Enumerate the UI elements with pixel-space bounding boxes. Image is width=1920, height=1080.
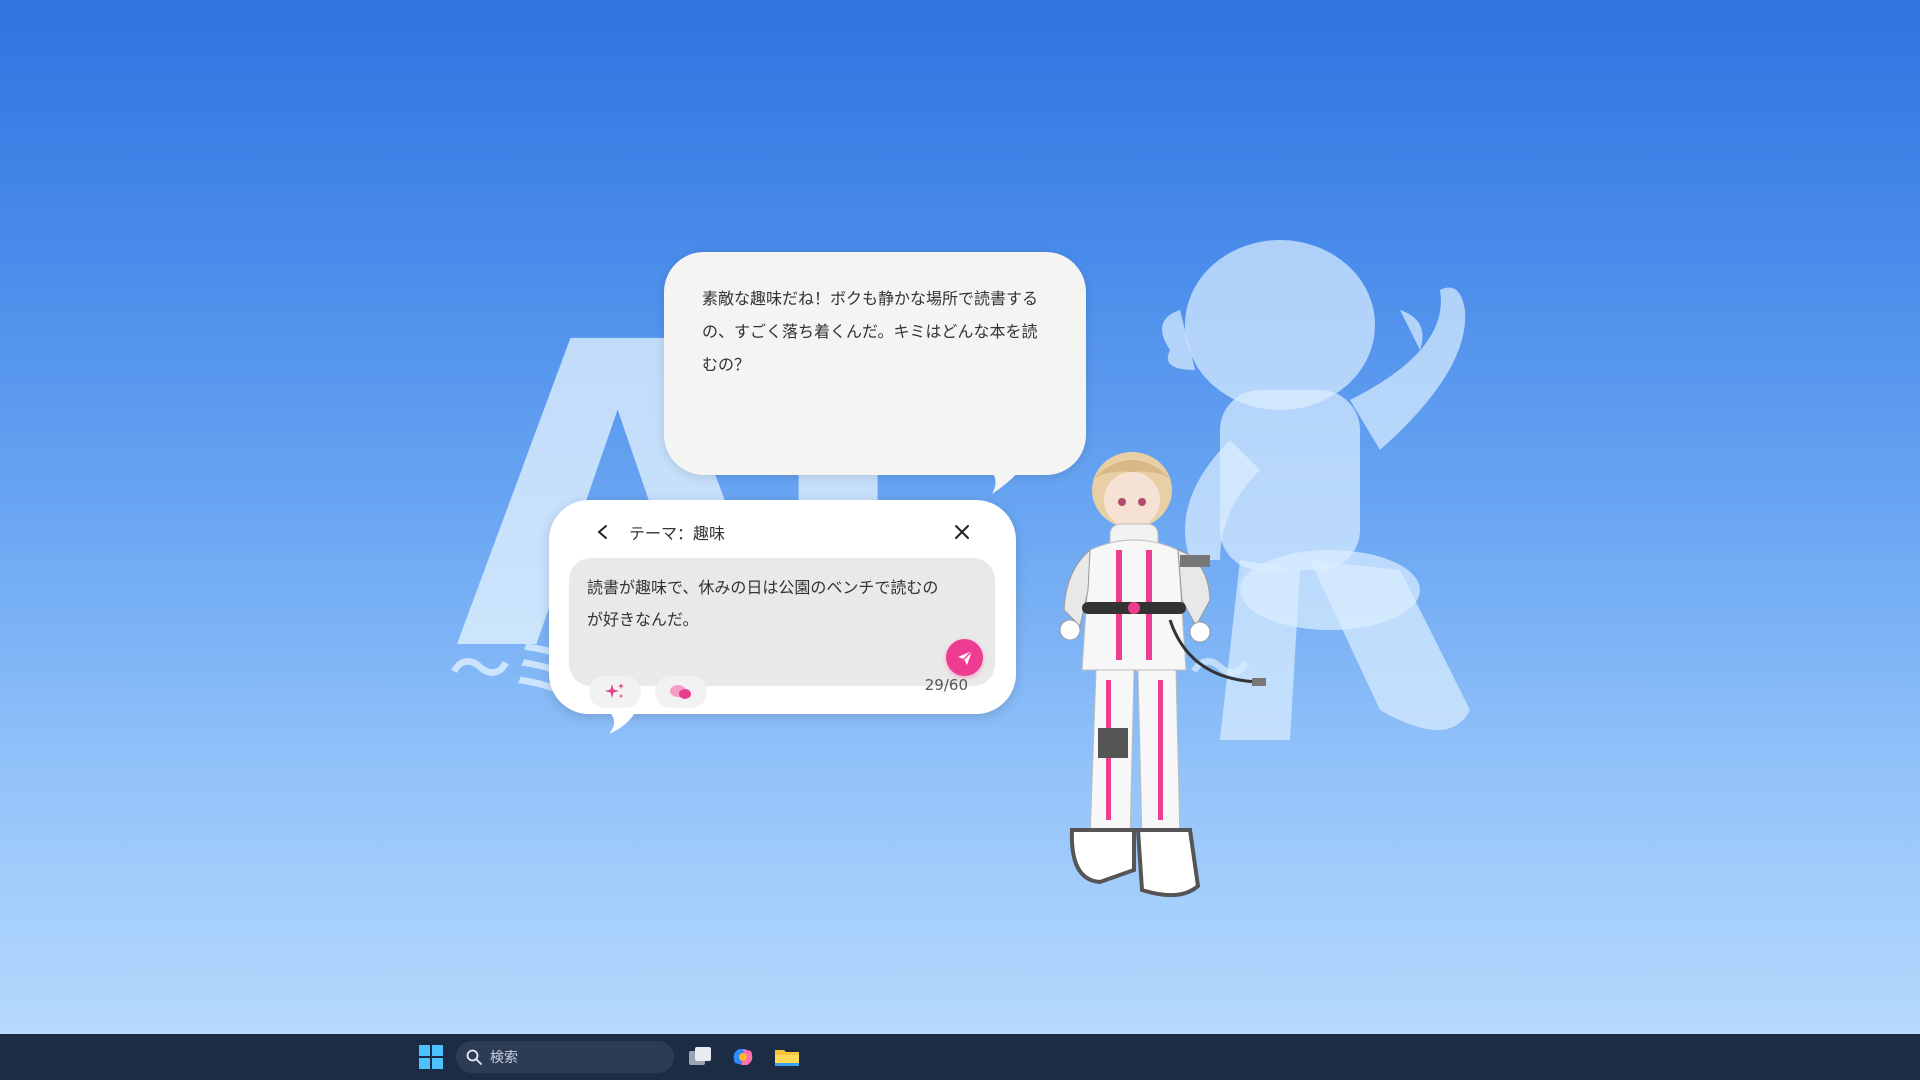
assistant-message: 素敵な趣味だね！ボクも静かな場所で読書するの、すごく落ち着くんだ。キミはどんな本… xyxy=(702,289,1039,374)
search-icon xyxy=(466,1049,482,1065)
sparkle-icon xyxy=(605,683,624,698)
taskbar-search[interactable]: 検索 xyxy=(456,1041,674,1073)
assistant-character xyxy=(1059,452,1266,898)
taskbar: 検索 xyxy=(0,1034,1920,1080)
message-input[interactable]: 読書が趣味で、休みの日は公園のベンチで読むのが好きなんだ。 xyxy=(569,558,995,686)
copilot-icon[interactable] xyxy=(729,1043,757,1071)
desktop: AI 〜ミ ケ〜 素敵な趣味だね！ボクも静かな場所で読書するの、すごく落ち着くん… xyxy=(0,0,1920,1034)
input-panel: テーマ：趣味 読書が趣味で、休みの日は公園のベンチで読むのが好きなんだ。 29/… xyxy=(549,500,1016,714)
windows-start-icon[interactable] xyxy=(418,1044,444,1070)
close-button[interactable] xyxy=(948,518,976,546)
assistant-speech-bubble: 素敵な趣味だね！ボクも静かな場所で読書するの、すごく落ち着くんだ。キミはどんな本… xyxy=(664,252,1086,475)
character-counter: 29/60 xyxy=(924,676,968,694)
close-icon xyxy=(955,525,969,539)
file-explorer-icon[interactable] xyxy=(773,1043,801,1071)
assistant-bubble-tail xyxy=(990,470,1020,494)
paper-plane-icon xyxy=(957,649,973,665)
task-view-icon[interactable] xyxy=(686,1043,714,1071)
search-placeholder: 検索 xyxy=(490,1050,518,1066)
suggestion-button[interactable] xyxy=(589,676,641,708)
chevron-left-icon xyxy=(597,525,607,539)
chat-bubbles-icon xyxy=(670,685,691,699)
theme-title: テーマ：趣味 xyxy=(629,524,726,543)
panel-header: テーマ：趣味 xyxy=(589,514,976,550)
chat-history-button[interactable] xyxy=(655,676,707,708)
send-button[interactable] xyxy=(946,639,983,676)
input-panel-tail xyxy=(605,708,637,734)
back-button[interactable] xyxy=(589,518,617,546)
message-input-text: 読書が趣味で、休みの日は公園のベンチで読むのが好きなんだ。 xyxy=(587,578,939,629)
